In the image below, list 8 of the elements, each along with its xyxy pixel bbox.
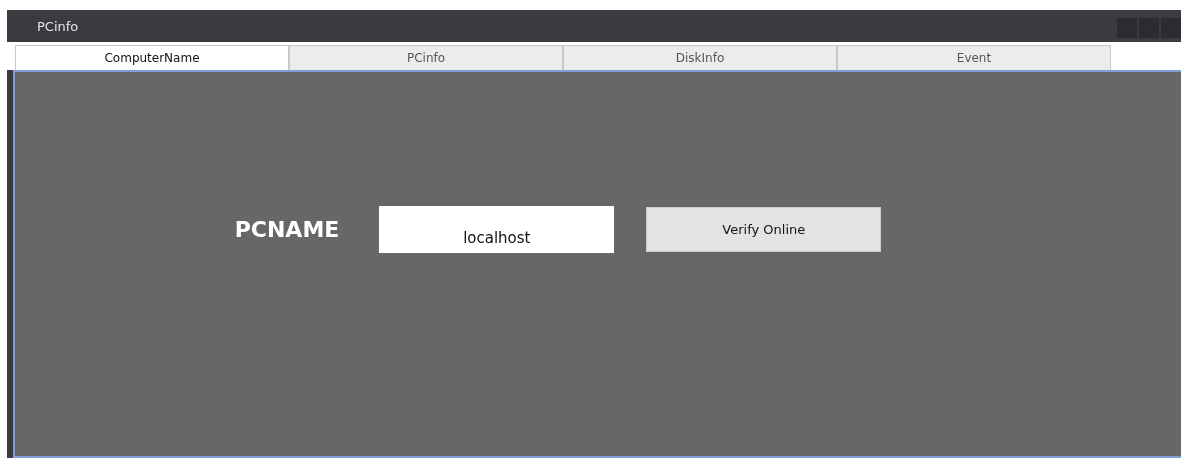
window-title: PCinfo [37,18,79,34]
tab[interactable]: DiskInfo [563,45,837,70]
tab[interactable]: ComputerName [15,45,289,70]
tab[interactable]: PCinfo [289,45,563,70]
verify-online-button[interactable]: Verify Online [646,206,882,252]
pcname-label: PCNAME [234,216,340,242]
tab[interactable]: Event [837,45,1111,70]
pcname-field[interactable]: localhost [379,205,615,253]
